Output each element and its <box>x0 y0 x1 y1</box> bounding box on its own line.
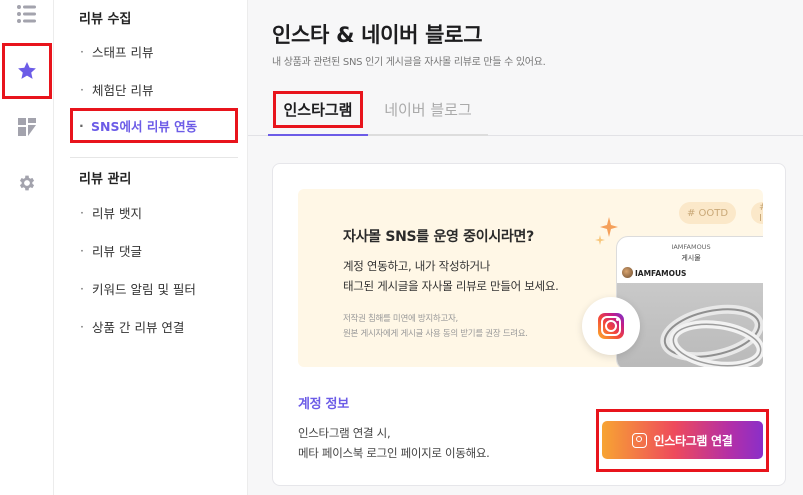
page-title: 인스타 & 네이버 블로그 <box>272 23 483 47</box>
bullet: · <box>79 118 84 133</box>
nav-group-title-manage: 리뷰 관리 <box>79 172 132 187</box>
dashboard-icon <box>18 118 36 136</box>
account-desc-line: 메타 페이스북 로그인 페이지로 이동해요. <box>298 446 490 460</box>
main-content: 인스타 & 네이버 블로그 내 상품과 관련된 SNS 인기 게시글을 자사몰 … <box>248 0 803 495</box>
nav-item-experience-review[interactable]: · 체험단 리뷰 <box>72 73 238 105</box>
phone-post-label: 게시물 <box>681 254 701 262</box>
instagram-card: 자사몰 SNS를 운영 중이시라면? 계정 연동하고, 내가 작성하거나 태그된… <box>272 163 786 486</box>
tab-label: 인스타그램 <box>273 90 363 128</box>
nav-divider <box>70 157 238 158</box>
rail-item-dashboard[interactable] <box>3 103 51 151</box>
promo-body: 계정 연동하고, 내가 작성하거나 태그된 게시글을 자사몰 리뷰로 만들어 보… <box>343 256 559 296</box>
bullet: · <box>80 43 84 59</box>
account-desc-line: 인스타그램 연결 시, <box>298 426 391 440</box>
nav-item-sns-review-link[interactable]: · SNS에서 리뷰 연동 <box>70 108 238 143</box>
instagram-icon <box>598 313 624 339</box>
hashtag-chip: # OOTD <box>679 202 737 224</box>
tab-bar: 인스타그램 네이버 블로그 <box>248 84 803 136</box>
nav-item-label: 체험단 리뷰 <box>92 82 154 98</box>
nav-group-title-collect: 리뷰 수집 <box>79 12 132 27</box>
instagram-badge <box>582 297 640 355</box>
tab-label: 네이버 블로그 <box>384 100 472 119</box>
nav-item-keyword-alert[interactable]: · 키워드 알림 및 필터 <box>72 272 238 304</box>
bullet: · <box>80 280 84 296</box>
bullet: · <box>80 81 84 97</box>
avatar <box>622 267 633 278</box>
nav-item-review-comment[interactable]: · 리뷰 댓글 <box>72 234 238 266</box>
instagram-connect-button[interactable]: 인스타그램 연결 <box>602 421 763 459</box>
rail-item-settings[interactable] <box>3 159 51 207</box>
instagram-icon <box>632 432 648 448</box>
list-icon <box>17 5 36 23</box>
bullet: · <box>80 204 84 220</box>
connect-highlight: 인스타그램 연결 <box>596 409 769 472</box>
app-window: 리뷰 수집 · 스태프 리뷰 · 체험단 리뷰 · SNS에서 리뷰 연동 리뷰… <box>0 0 803 495</box>
nav-item-label: 상품 간 리뷰 연결 <box>92 319 185 335</box>
rail-item-list[interactable] <box>3 0 51 38</box>
phone-username: IAMFAMOUS <box>635 269 687 278</box>
phone-account-name: IAMFAMOUS <box>671 243 711 251</box>
promo-headline: 자사몰 SNS를 운영 중이시라면? <box>343 229 534 245</box>
nav-item-label: 스태프 리뷰 <box>92 44 154 60</box>
nav-item-label: 리뷰 뱃지 <box>92 205 142 221</box>
hashtag-chip: # I <box>751 202 763 224</box>
page-subtitle: 내 상품과 관련된 SNS 인기 게시글을 자사몰 리뷰로 만들 수 있어요. <box>272 57 546 68</box>
rail-item-reviews[interactable] <box>2 43 52 99</box>
promo-note-line: 저작권 침해를 미연에 방지하고자, <box>343 314 458 324</box>
phone-mockup: IAMFAMOUS 게시물 IAMFAMOUS <box>616 236 763 367</box>
promo-note-line: 원본 게시자에게 게시글 사용 동의 받기를 권장 드려요. <box>343 329 528 339</box>
nav-item-label: 키워드 알림 및 필터 <box>92 281 196 297</box>
account-info-title: 계정 정보 <box>298 397 349 412</box>
gear-icon <box>19 175 35 191</box>
promo-body-line: 태그된 게시글을 자사몰 리뷰로 만들어 보세요. <box>343 279 559 293</box>
nav-item-staff-review[interactable]: · 스태프 리뷰 <box>72 35 238 67</box>
nav-item-cross-product-review[interactable]: · 상품 간 리뷰 연결 <box>72 310 238 342</box>
bullet: · <box>80 318 84 334</box>
star-icon <box>18 62 36 79</box>
tab-instagram[interactable]: 인스타그램 <box>268 84 368 136</box>
nav-item-label: SNS에서 리뷰 연동 <box>91 119 198 134</box>
connect-button-label: 인스타그램 연결 <box>653 433 733 448</box>
bullet: · <box>80 242 84 258</box>
secondary-nav: 리뷰 수집 · 스태프 리뷰 · 체험단 리뷰 · SNS에서 리뷰 연동 리뷰… <box>54 0 248 495</box>
promo-body-line: 계정 연동하고, 내가 작성하거나 <box>343 259 491 273</box>
promo-banner: 자사몰 SNS를 운영 중이시라면? 계정 연동하고, 내가 작성하거나 태그된… <box>298 189 763 367</box>
nav-item-review-badge[interactable]: · 리뷰 뱃지 <box>72 196 238 228</box>
account-info-desc: 인스타그램 연결 시, 메타 페이스북 로그인 페이지로 이동해요. <box>298 423 490 463</box>
tab-naver-blog[interactable]: 네이버 블로그 <box>368 84 488 136</box>
nav-item-label: 리뷰 댓글 <box>92 243 142 259</box>
promo-note: 저작권 침해를 미연에 방지하고자, 원본 게시자에게 게시글 사용 동의 받기… <box>343 312 528 342</box>
icon-rail <box>0 0 54 495</box>
